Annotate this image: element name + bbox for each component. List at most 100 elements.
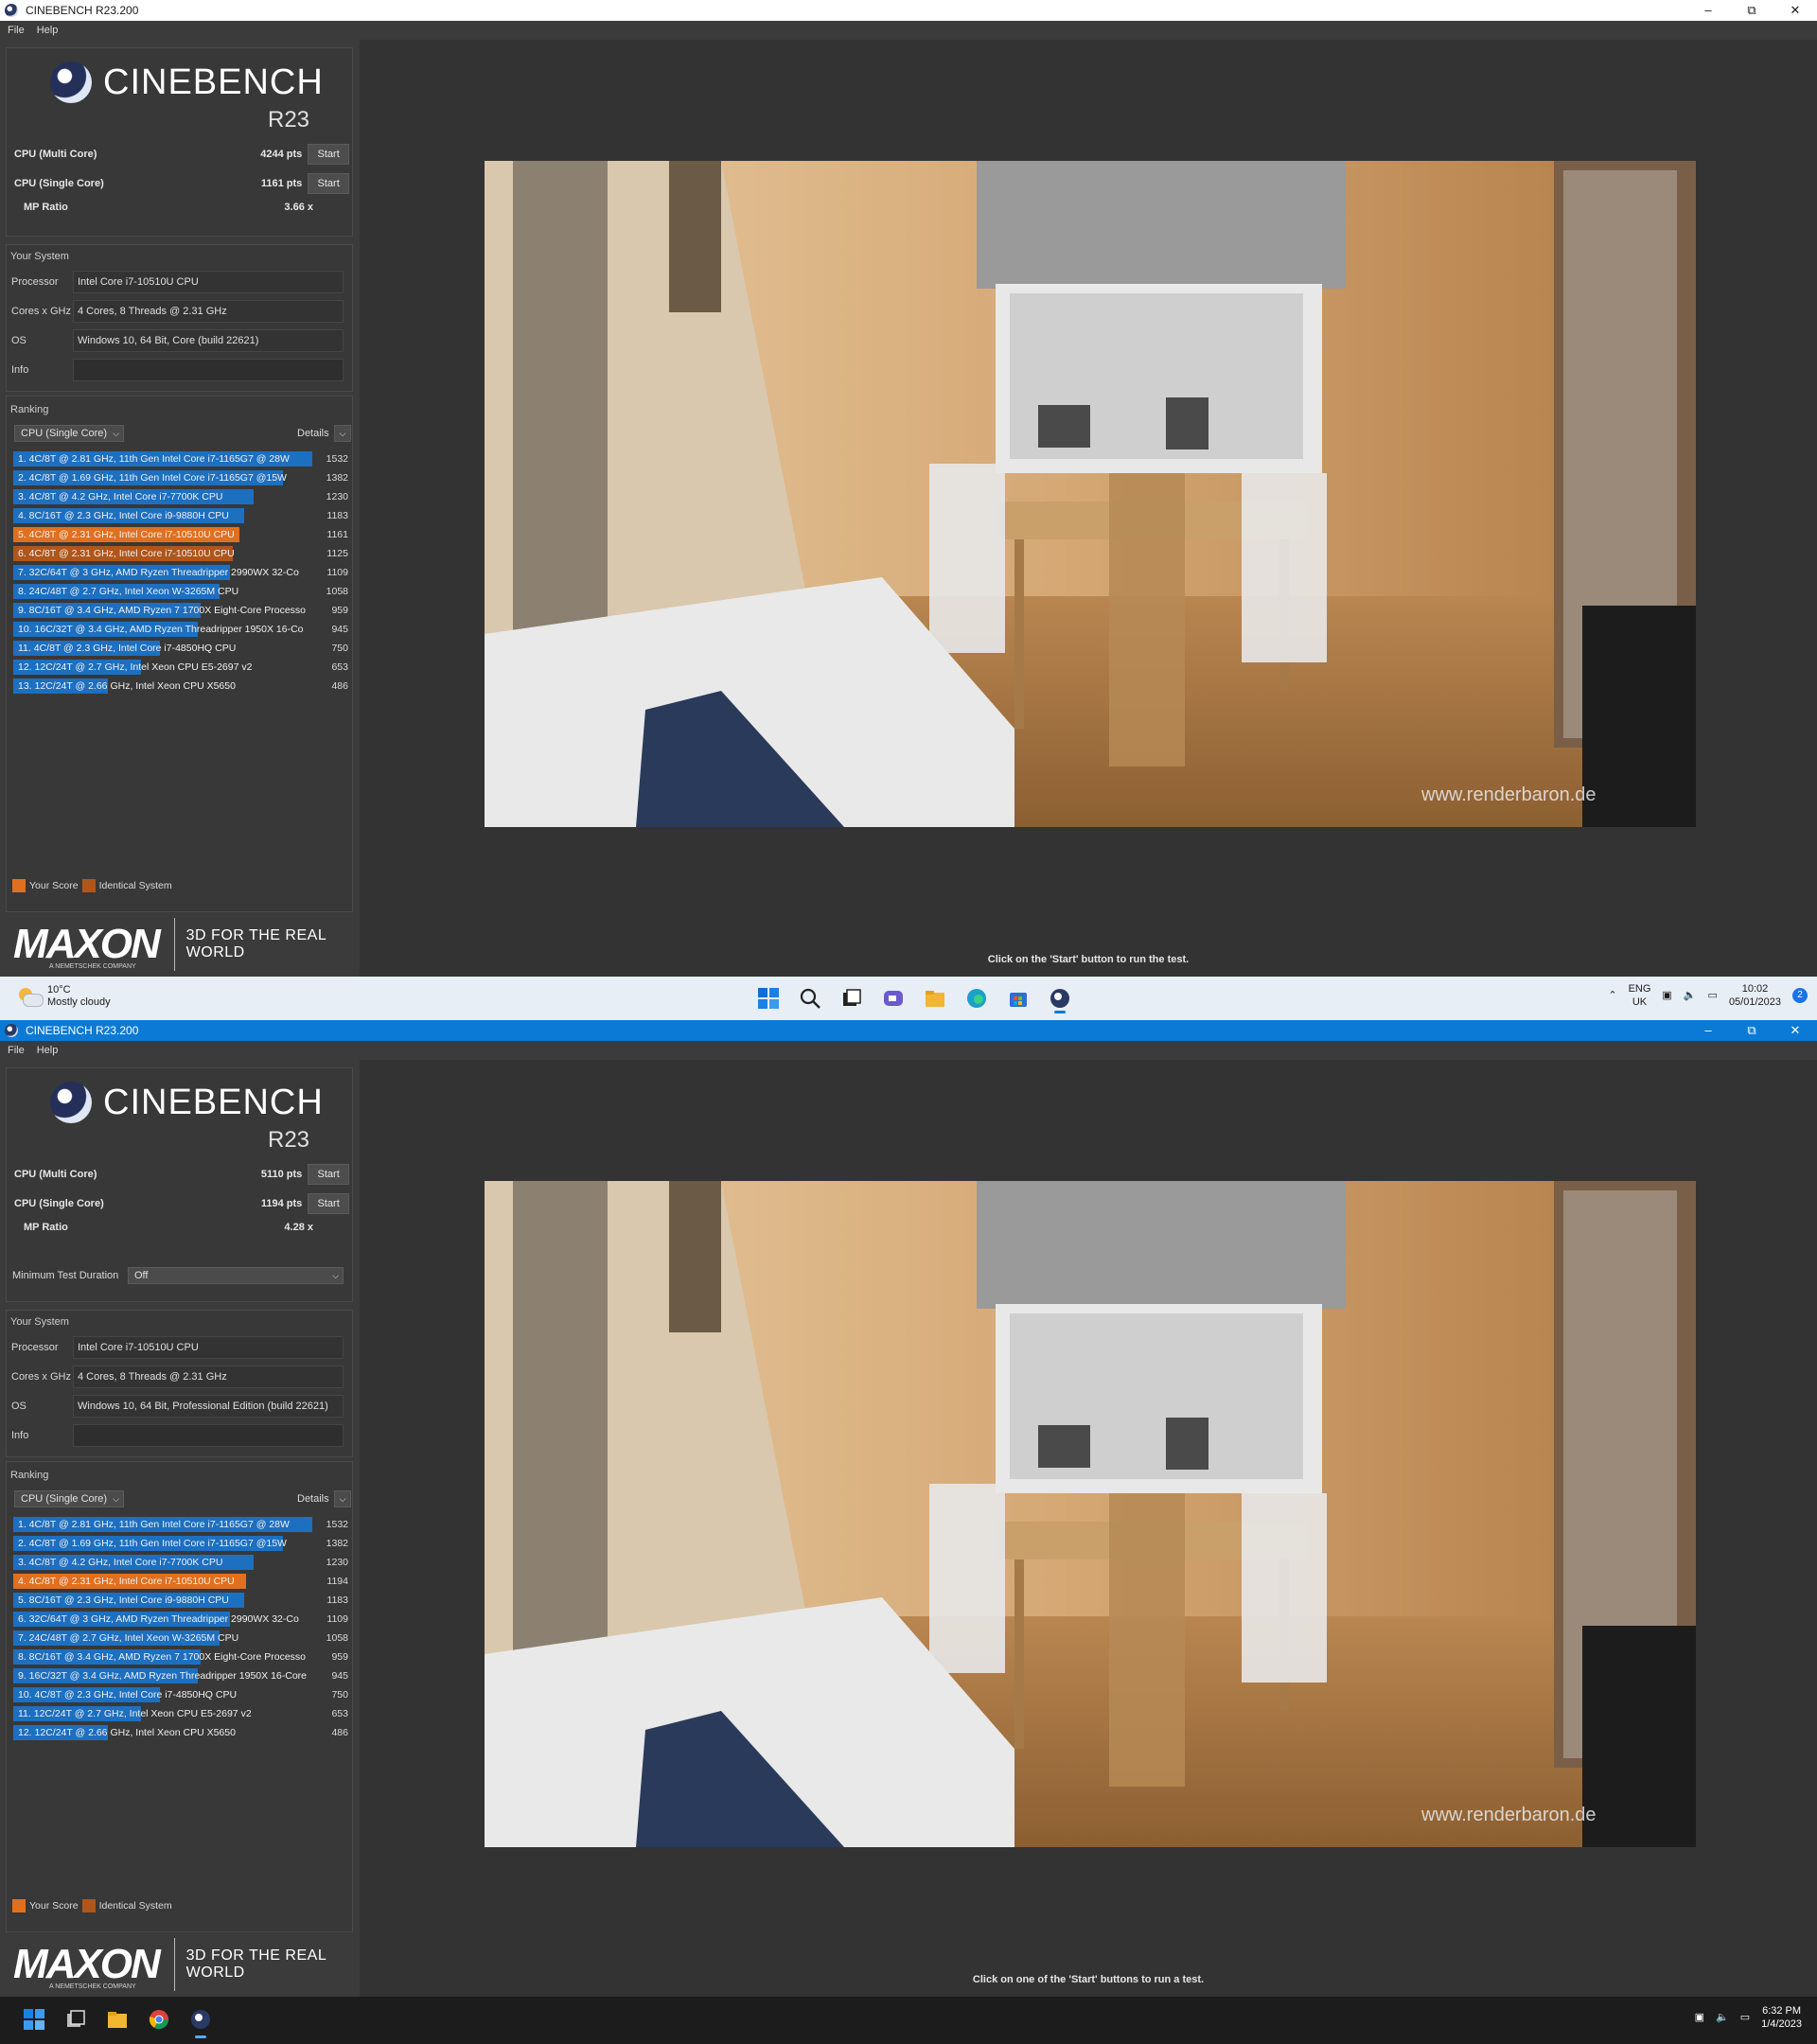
maxon-logo: MAXON [13,921,161,967]
menu-file[interactable]: File [8,25,25,36]
ranking-item[interactable]: 10. 16C/32T @ 3.4 GHz, AMD Ryzen Threadr… [13,620,348,639]
ranking-item[interactable]: 8. 24C/48T @ 2.7 GHz, Intel Xeon W-3265M… [13,582,348,601]
ranking-item[interactable]: 4. 8C/16T @ 2.3 GHz, Intel Core i9-9880H… [13,506,348,525]
ranking-item[interactable]: 1. 4C/8T @ 2.81 GHz, 11th Gen Intel Core… [13,449,348,468]
single-core-start-button[interactable]: Start [308,1193,350,1214]
system-value[interactable]: Windows 10, 64 Bit, Professional Edition… [73,1395,344,1418]
menu-help[interactable]: Help [37,1045,59,1056]
restore-button[interactable]: ⧉ [1730,0,1773,21]
cinebench-taskbar-icon[interactable] [185,2004,216,2038]
multi-core-start-button[interactable]: Start [308,1164,350,1185]
ranking-list: 1. 4C/8T @ 2.81 GHz, 11th Gen Intel Core… [13,1515,348,1742]
teams-chat-icon[interactable] [878,983,908,1013]
ranking-item[interactable]: 1. 4C/8T @ 2.81 GHz, 11th Gen Intel Core… [13,1515,348,1534]
your-system-heading: Your System [10,1316,69,1328]
clock-time: 10:02 [1741,983,1769,995]
ranking-mode-dropdown[interactable]: CPU (Single Core) ⌵ [14,425,124,442]
min-test-duration-row: Minimum Test Duration Off ⌵ [12,1267,344,1284]
info-field[interactable] [73,359,344,381]
ranking-score: 486 [331,1727,348,1738]
close-button[interactable]: ✕ [1773,0,1817,21]
ranking-item[interactable]: 5. 8C/16T @ 2.3 GHz, Intel Core i9-9880H… [13,1591,348,1610]
multi-core-start-button[interactable]: Start [308,144,350,165]
system-value[interactable]: Windows 10, 64 Bit, Core (build 22621) [73,329,344,352]
volume-icon[interactable]: 🔈 [1684,989,1697,1002]
language-indicator[interactable]: ENG UK [1629,982,1651,1009]
ranking-item[interactable]: 12. 12C/24T @ 2.66 GHz, Intel Xeon CPU X… [13,1723,348,1742]
ranking-item[interactable]: 7. 32C/64T @ 3 GHz, AMD Ryzen Threadripp… [13,563,348,582]
file-explorer-icon[interactable] [102,2004,132,2035]
menu-file[interactable]: File [8,1045,25,1056]
ranking-item[interactable]: 7. 24C/48T @ 2.7 GHz, Intel Xeon W-3265M… [13,1629,348,1648]
ranking-item[interactable]: 8. 8C/16T @ 3.4 GHz, AMD Ryzen 7 1700X E… [13,1648,348,1666]
ranking-mode-dropdown[interactable]: CPU (Single Core) ⌵ [14,1490,124,1507]
mp-ratio-row: MP Ratio 3.66 x [24,202,313,213]
ranking-label: 1. 4C/8T @ 2.81 GHz, 11th Gen Intel Core… [18,1519,290,1530]
title-bar[interactable]: CINEBENCH R23.200 – ⧉ ✕ [0,1020,1817,1041]
battery-icon[interactable]: ▭ [1740,2011,1750,2024]
minimize-button[interactable]: – [1686,1020,1730,1041]
network-icon[interactable]: ▣ [1662,989,1671,1002]
branding-divider [173,918,175,971]
multi-core-row: CPU (Multi Core) 5110 pts Start [14,1163,350,1186]
cinebench-app-icon [5,4,18,17]
info-field[interactable] [73,1424,344,1447]
system-value[interactable]: Intel Core i7-10510U CPU [73,1336,344,1359]
ranking-item[interactable]: 12. 12C/24T @ 2.7 GHz, Intel Xeon CPU E5… [13,658,348,677]
ranking-item[interactable]: 11. 12C/24T @ 2.7 GHz, Intel Xeon CPU E5… [13,1704,348,1723]
windows-taskbar-bottom: ▣ 🔈 ▭ 6:32 PM 1/4/2023 [0,1997,1817,2044]
render-watermark: www.renderbaron.de [1420,1805,1596,1825]
details-toggle-button[interactable]: ⌵ [334,1490,351,1507]
single-core-start-button[interactable]: Start [308,173,350,194]
system-key: OS [11,1401,26,1412]
notification-badge[interactable]: 2 [1792,988,1808,1003]
system-value[interactable]: Intel Core i7-10510U CPU [73,271,344,293]
title-bar[interactable]: CINEBENCH R23.200 – ⧉ ✕ [0,0,1817,21]
ranking-item[interactable]: 9. 16C/32T @ 3.4 GHz, AMD Ryzen Threadri… [13,1666,348,1685]
volume-icon[interactable]: 🔈 [1716,2011,1729,2024]
ranking-item[interactable]: 10. 4C/8T @ 2.3 GHz, Intel Core i7-4850H… [13,1685,348,1704]
task-view-icon[interactable] [61,2004,91,2035]
ranking-item[interactable]: 2. 4C/8T @ 1.69 GHz, 11th Gen Intel Core… [13,1534,348,1553]
task-view-icon[interactable] [837,983,867,1013]
ranking-item[interactable]: 13. 12C/24T @ 2.66 GHz, Intel Xeon CPU X… [13,677,348,696]
ranking-item[interactable]: 2. 4C/8T @ 1.69 GHz, 11th Gen Intel Core… [13,468,348,487]
network-icon[interactable]: ▣ [1695,2011,1704,2024]
search-icon[interactable] [795,983,825,1013]
ranking-item[interactable]: 4. 4C/8T @ 2.31 GHz, Intel Core i7-10510… [13,1572,348,1591]
ranking-item[interactable]: 11. 4C/8T @ 2.3 GHz, Intel Core i7-4850H… [13,639,348,658]
microsoft-store-icon[interactable] [1003,983,1033,1013]
clock[interactable]: 10:02 05/01/2023 [1729,982,1781,1009]
ranking-label: 8. 8C/16T @ 3.4 GHz, AMD Ryzen 7 1700X E… [18,1651,307,1663]
file-explorer-icon[interactable] [920,983,950,1013]
windows-start-icon[interactable] [753,983,784,1013]
ranking-item[interactable]: 6. 32C/64T @ 3 GHz, AMD Ryzen Threadripp… [13,1610,348,1629]
ranking-heading: Ranking [10,404,49,415]
cinebench-taskbar-icon[interactable] [1045,983,1075,1013]
battery-icon[interactable]: ▭ [1708,989,1718,1002]
ranking-item[interactable]: 5. 4C/8T @ 2.31 GHz, Intel Core i7-10510… [13,525,348,544]
system-value[interactable]: 4 Cores, 8 Threads @ 2.31 GHz [73,300,344,323]
system-value[interactable]: 4 Cores, 8 Threads @ 2.31 GHz [73,1366,344,1388]
close-button[interactable]: ✕ [1773,1020,1817,1041]
ranking-item[interactable]: 6. 4C/8T @ 2.31 GHz, Intel Core i7-10510… [13,544,348,563]
chrome-browser-icon[interactable] [144,2004,174,2035]
restore-button[interactable]: ⧉ [1730,1020,1773,1041]
menu-help[interactable]: Help [37,25,59,36]
ranking-item[interactable]: 9. 8C/16T @ 3.4 GHz, AMD Ryzen 7 1700X E… [13,601,348,620]
weather-widget[interactable]: 10°C Mostly cloudy [15,984,111,1009]
details-toggle-button[interactable]: ⌵ [334,425,351,442]
maxon-logo: MAXON [13,1941,161,1987]
ranking-heading: Ranking [10,1470,49,1481]
ranking-item[interactable]: 3. 4C/8T @ 4.2 GHz, Intel Core i7-7700K … [13,487,348,506]
ranking-legend: Your Score Identical System [12,1899,172,1912]
clock[interactable]: 6:32 PM 1/4/2023 [1761,2004,1802,2031]
chevron-up-icon[interactable]: ⌃ [1608,989,1616,1002]
edge-browser-icon[interactable] [961,983,992,1013]
ranking-item[interactable]: 3. 4C/8T @ 4.2 GHz, Intel Core i7-7700K … [13,1553,348,1572]
ranking-score: 1194 [326,1576,348,1587]
windows-start-icon[interactable] [19,2004,49,2035]
min-test-duration-label: Minimum Test Duration [12,1270,119,1281]
min-test-duration-dropdown[interactable]: Off ⌵ [128,1267,344,1284]
minimize-button[interactable]: – [1686,0,1730,21]
